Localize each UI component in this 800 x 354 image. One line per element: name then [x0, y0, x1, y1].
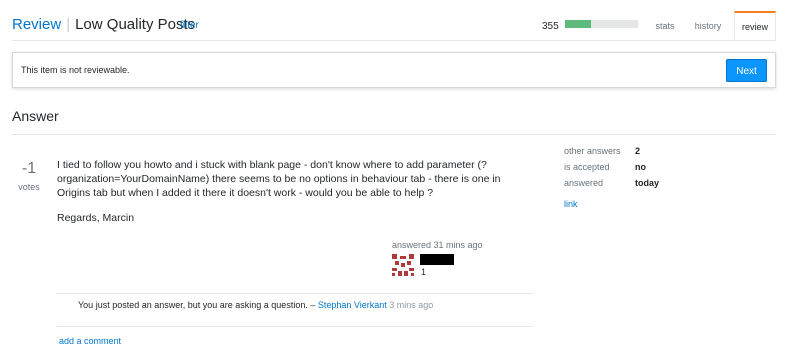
add-comment-link[interactable]: add a comment: [59, 336, 121, 346]
section-divider: [12, 134, 776, 135]
comments-divider-top: [57, 293, 533, 294]
meta-value: today: [635, 178, 660, 188]
vote-count: -1: [21, 160, 37, 177]
queue-name: Low Quality Posts: [75, 16, 196, 33]
comment-time: 3 mins ago: [386, 300, 434, 310]
meta-label: other answers: [564, 146, 621, 156]
review-header: Review | Low Quality Posts filter 355 stat…: [0, 0, 800, 44]
tab-stats[interactable]: stats: [645, 11, 685, 41]
user-avatar[interactable]: [392, 254, 414, 276]
header-divider: [12, 40, 776, 41]
progress-count: 355: [542, 21, 559, 32]
progress-bar-fill: [565, 20, 592, 28]
meta-row-is-accepted: is accepted no: [564, 162, 776, 178]
meta-row-answered: answered today: [564, 178, 776, 194]
post-link[interactable]: link: [564, 199, 578, 209]
vote-label: votes: [18, 182, 40, 192]
next-button[interactable]: Next: [726, 59, 767, 82]
review-notice: This item is not reviewable. Next: [12, 52, 776, 88]
username-redacted: [420, 254, 454, 265]
user-action-time: answered 31 mins ago: [392, 240, 483, 250]
filter-link[interactable]: filter: [180, 20, 199, 31]
progress-bar: [565, 20, 638, 28]
page-title: Review | Low Quality Posts: [12, 16, 195, 33]
meta-label: is accepted: [564, 162, 610, 172]
title-separator: |: [66, 16, 71, 33]
tab-history[interactable]: history: [688, 11, 728, 41]
comment: You just posted an answer, but you are a…: [78, 300, 433, 310]
comment-text: You just posted an answer, but you are a…: [78, 300, 318, 310]
meta-value: 2: [635, 146, 641, 156]
post-body: I tied to follow you howto and i stuck w…: [57, 159, 501, 199]
meta-value: no: [635, 162, 646, 172]
answer-sidebar: other answers 2 is accepted no answered …: [564, 146, 776, 209]
notice-text: This item is not reviewable.: [21, 65, 130, 75]
review-link[interactable]: Review: [12, 16, 61, 33]
meta-row-other-answers: other answers 2: [564, 146, 776, 162]
tab-review[interactable]: review: [734, 11, 776, 41]
identicon-icon: [392, 254, 414, 276]
user-reputation: 1: [421, 267, 427, 277]
section-title: Answer: [12, 108, 59, 124]
post-signoff: Regards, Marcin: [57, 212, 135, 224]
meta-label: answered: [564, 178, 604, 188]
comments-divider-bottom: [57, 326, 533, 327]
comment-author-link[interactable]: Stephan Vierkant: [318, 300, 387, 310]
